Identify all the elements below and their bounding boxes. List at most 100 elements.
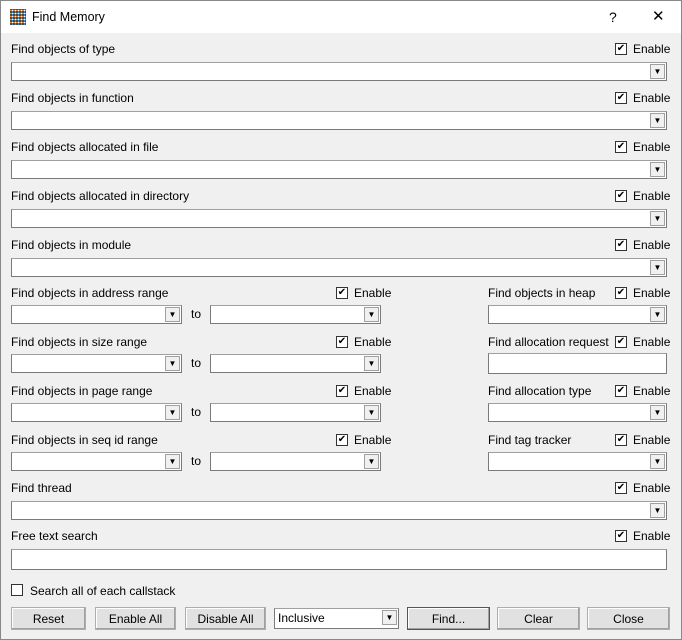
dropdown-arrow-icon[interactable]: ▼	[382, 610, 397, 625]
range-label: Find objects in page range	[11, 384, 153, 398]
range-label: Find objects in address range	[11, 286, 169, 300]
filter-combo[interactable]: ▼	[11, 62, 667, 81]
dropdown-arrow-icon[interactable]: ▼	[364, 307, 379, 322]
reset-button[interactable]: Reset	[11, 607, 86, 630]
enable-label: Enable	[354, 384, 392, 398]
enable-label: Enable	[354, 286, 392, 300]
enable-label: Enable	[633, 384, 671, 398]
enable-label: Enable	[633, 433, 671, 447]
row-label: Find objects allocated in directory	[11, 189, 190, 203]
combo-value: Inclusive	[278, 611, 325, 625]
enable-all-button[interactable]: Enable All	[95, 607, 176, 630]
dropdown-arrow-icon[interactable]: ▼	[165, 405, 180, 420]
row-label: Find objects in function	[11, 91, 134, 105]
dropdown-arrow-icon[interactable]: ▼	[165, 356, 180, 371]
enable-checkbox[interactable]: ✔	[615, 239, 627, 251]
callstack-label: Search all of each callstack	[30, 584, 176, 598]
right-row-label: Find allocation type	[488, 384, 592, 398]
dropdown-arrow-icon[interactable]: ▼	[650, 503, 665, 518]
dropdown-arrow-icon[interactable]: ▼	[650, 162, 665, 177]
enable-checkbox[interactable]: ✔	[615, 287, 627, 299]
range-to-combo[interactable]: ▼	[210, 305, 381, 324]
range-from-combo[interactable]: ▼	[11, 305, 182, 324]
dropdown-arrow-icon[interactable]: ▼	[650, 405, 665, 420]
right-row-label: Find objects in heap	[488, 286, 596, 300]
enable-label: Enable	[633, 91, 671, 105]
filter-combo[interactable]: ▼	[11, 111, 667, 130]
right-filter-combo[interactable]: ▼	[488, 305, 667, 324]
free-text-label: Free text search	[11, 529, 98, 543]
filter-combo[interactable]: ▼	[11, 209, 667, 228]
enable-label: Enable	[633, 42, 671, 56]
title-bar: Find Memory ? ✕	[1, 1, 681, 33]
range-to-combo[interactable]: ▼	[210, 354, 381, 373]
find-button[interactable]: Find...	[407, 607, 490, 630]
enable-label: Enable	[633, 189, 671, 203]
range-to-combo[interactable]: ▼	[210, 452, 381, 471]
dropdown-arrow-icon[interactable]: ▼	[364, 454, 379, 469]
close-window-button[interactable]: ✕	[652, 7, 665, 25]
enable-label: Enable	[354, 433, 392, 447]
to-label: to	[191, 356, 202, 370]
row-label: Find objects allocated in file	[11, 140, 159, 154]
dropdown-arrow-icon[interactable]: ▼	[650, 64, 665, 79]
row-label: Find objects of type	[11, 42, 116, 56]
filter-combo[interactable]: ▼	[11, 160, 667, 179]
enable-checkbox[interactable]: ✔	[615, 385, 627, 397]
enable-label: Enable	[633, 335, 671, 349]
range-from-combo[interactable]: ▼	[11, 403, 182, 422]
enable-checkbox[interactable]: ✔	[336, 287, 348, 299]
thread-combo[interactable]: ▼	[11, 501, 667, 520]
dropdown-arrow-icon[interactable]: ▼	[364, 356, 379, 371]
dropdown-arrow-icon[interactable]: ▼	[165, 454, 180, 469]
enable-checkbox[interactable]: ✔	[615, 190, 627, 202]
mode-combo[interactable]: Inclusive ▼	[274, 608, 399, 629]
close-button[interactable]: Close	[587, 607, 670, 630]
dropdown-arrow-icon[interactable]: ▼	[650, 211, 665, 226]
enable-checkbox[interactable]: ✔	[336, 434, 348, 446]
thread-label: Find thread	[11, 481, 72, 495]
enable-checkbox[interactable]: ✔	[615, 141, 627, 153]
right-filter-combo[interactable]: ▼	[488, 452, 667, 471]
free-text-input[interactable]	[11, 549, 667, 570]
dropdown-arrow-icon[interactable]: ▼	[650, 260, 665, 275]
window-title: Find Memory	[32, 10, 105, 24]
range-label: Find objects in seq id range	[11, 433, 158, 447]
dropdown-arrow-icon[interactable]: ▼	[165, 307, 180, 322]
enable-label: Enable	[633, 529, 671, 543]
to-label: to	[191, 454, 202, 468]
enable-checkbox[interactable]: ✔	[336, 385, 348, 397]
enable-checkbox[interactable]: ✔	[615, 92, 627, 104]
filter-combo[interactable]: ▼	[11, 258, 667, 277]
range-from-combo[interactable]: ▼	[11, 452, 182, 471]
right-filter-combo[interactable]: ▼	[488, 403, 667, 422]
range-to-combo[interactable]: ▼	[210, 403, 381, 422]
app-icon	[10, 9, 26, 25]
help-button[interactable]: ?	[609, 9, 617, 25]
enable-checkbox[interactable]: ✔	[615, 482, 627, 494]
enable-label: Enable	[633, 286, 671, 300]
range-from-combo[interactable]: ▼	[11, 354, 182, 373]
enable-label: Enable	[633, 238, 671, 252]
dropdown-arrow-icon[interactable]: ▼	[650, 454, 665, 469]
clear-button[interactable]: Clear	[497, 607, 580, 630]
enable-checkbox[interactable]: ✔	[615, 336, 627, 348]
range-label: Find objects in size range	[11, 335, 148, 349]
enable-label: Enable	[354, 335, 392, 349]
right-row-label: Find allocation request	[488, 335, 609, 349]
callstack-checkbox[interactable]	[11, 584, 23, 596]
row-label: Find objects in module	[11, 238, 132, 252]
to-label: to	[191, 307, 202, 321]
enable-checkbox[interactable]: ✔	[336, 336, 348, 348]
disable-all-button[interactable]: Disable All	[185, 607, 266, 630]
enable-checkbox[interactable]: ✔	[615, 530, 627, 542]
to-label: to	[191, 405, 202, 419]
enable-checkbox[interactable]: ✔	[615, 434, 627, 446]
dropdown-arrow-icon[interactable]: ▼	[650, 307, 665, 322]
enable-checkbox[interactable]: ✔	[615, 43, 627, 55]
dropdown-arrow-icon[interactable]: ▼	[650, 113, 665, 128]
allocation-request-input[interactable]	[488, 353, 667, 374]
dropdown-arrow-icon[interactable]: ▼	[364, 405, 379, 420]
enable-label: Enable	[633, 481, 671, 495]
enable-label: Enable	[633, 140, 671, 154]
